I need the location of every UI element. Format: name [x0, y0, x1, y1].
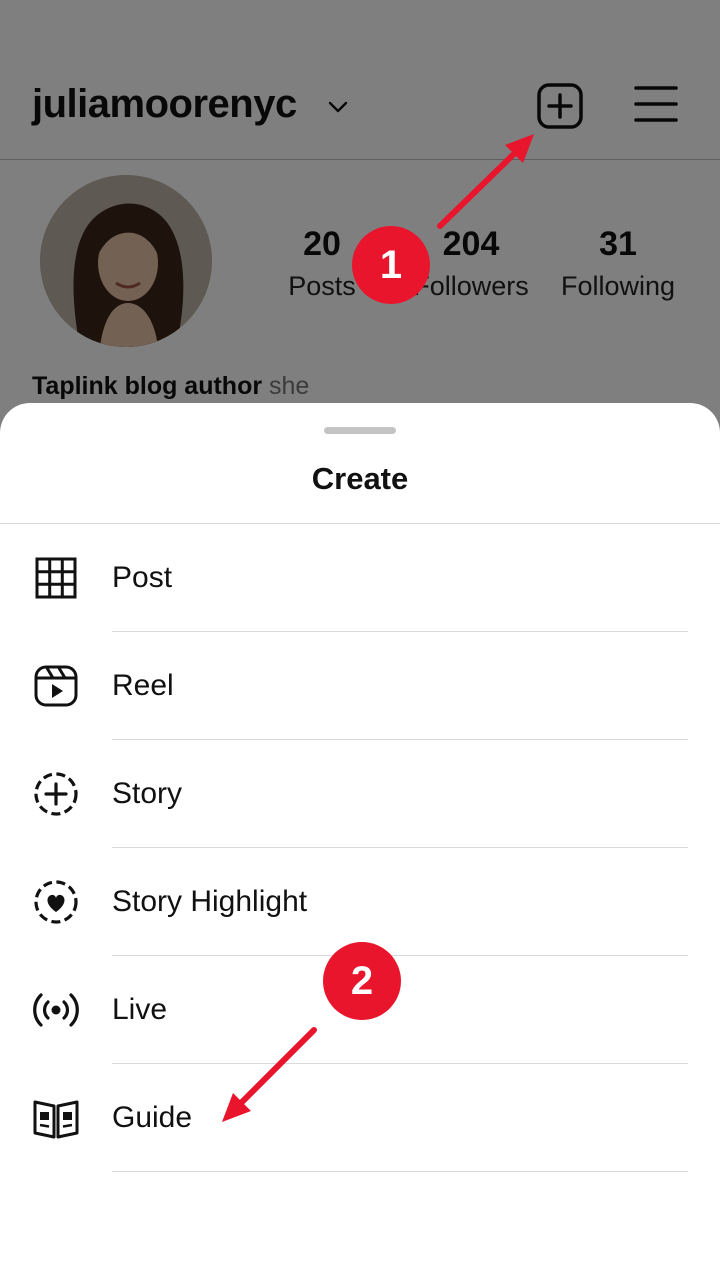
create-story-label: Story — [112, 777, 183, 810]
guide-book-icon — [33, 1100, 79, 1139]
create-live-label: Live — [112, 993, 168, 1026]
highlight-heart-icon — [34, 880, 78, 924]
create-story-highlight-label: Story Highlight — [112, 885, 308, 918]
step-badge-2: 2 — [323, 942, 401, 1020]
sheet-drag-handle[interactable] — [324, 427, 396, 434]
create-reel-label: Reel — [112, 669, 174, 702]
step-badge-1: 1 — [352, 226, 430, 304]
create-guide-label: Guide — [112, 1101, 193, 1134]
live-broadcast-icon — [33, 993, 79, 1027]
create-guide-item[interactable]: Guide — [0, 1064, 720, 1172]
story-add-icon — [34, 772, 78, 816]
create-reel-item[interactable]: Reel — [0, 632, 720, 740]
create-post-item[interactable]: Post — [0, 524, 720, 632]
create-bottom-sheet: Create Post Reel Story Story Highlight L… — [0, 403, 720, 1280]
reel-icon — [34, 665, 78, 707]
grid-icon — [35, 557, 77, 599]
create-story-highlight-item[interactable]: Story Highlight — [0, 848, 720, 956]
sheet-title: Create — [311, 461, 409, 496]
divider — [112, 1171, 688, 1172]
create-story-item[interactable]: Story — [0, 740, 720, 848]
create-post-label: Post — [112, 561, 173, 594]
